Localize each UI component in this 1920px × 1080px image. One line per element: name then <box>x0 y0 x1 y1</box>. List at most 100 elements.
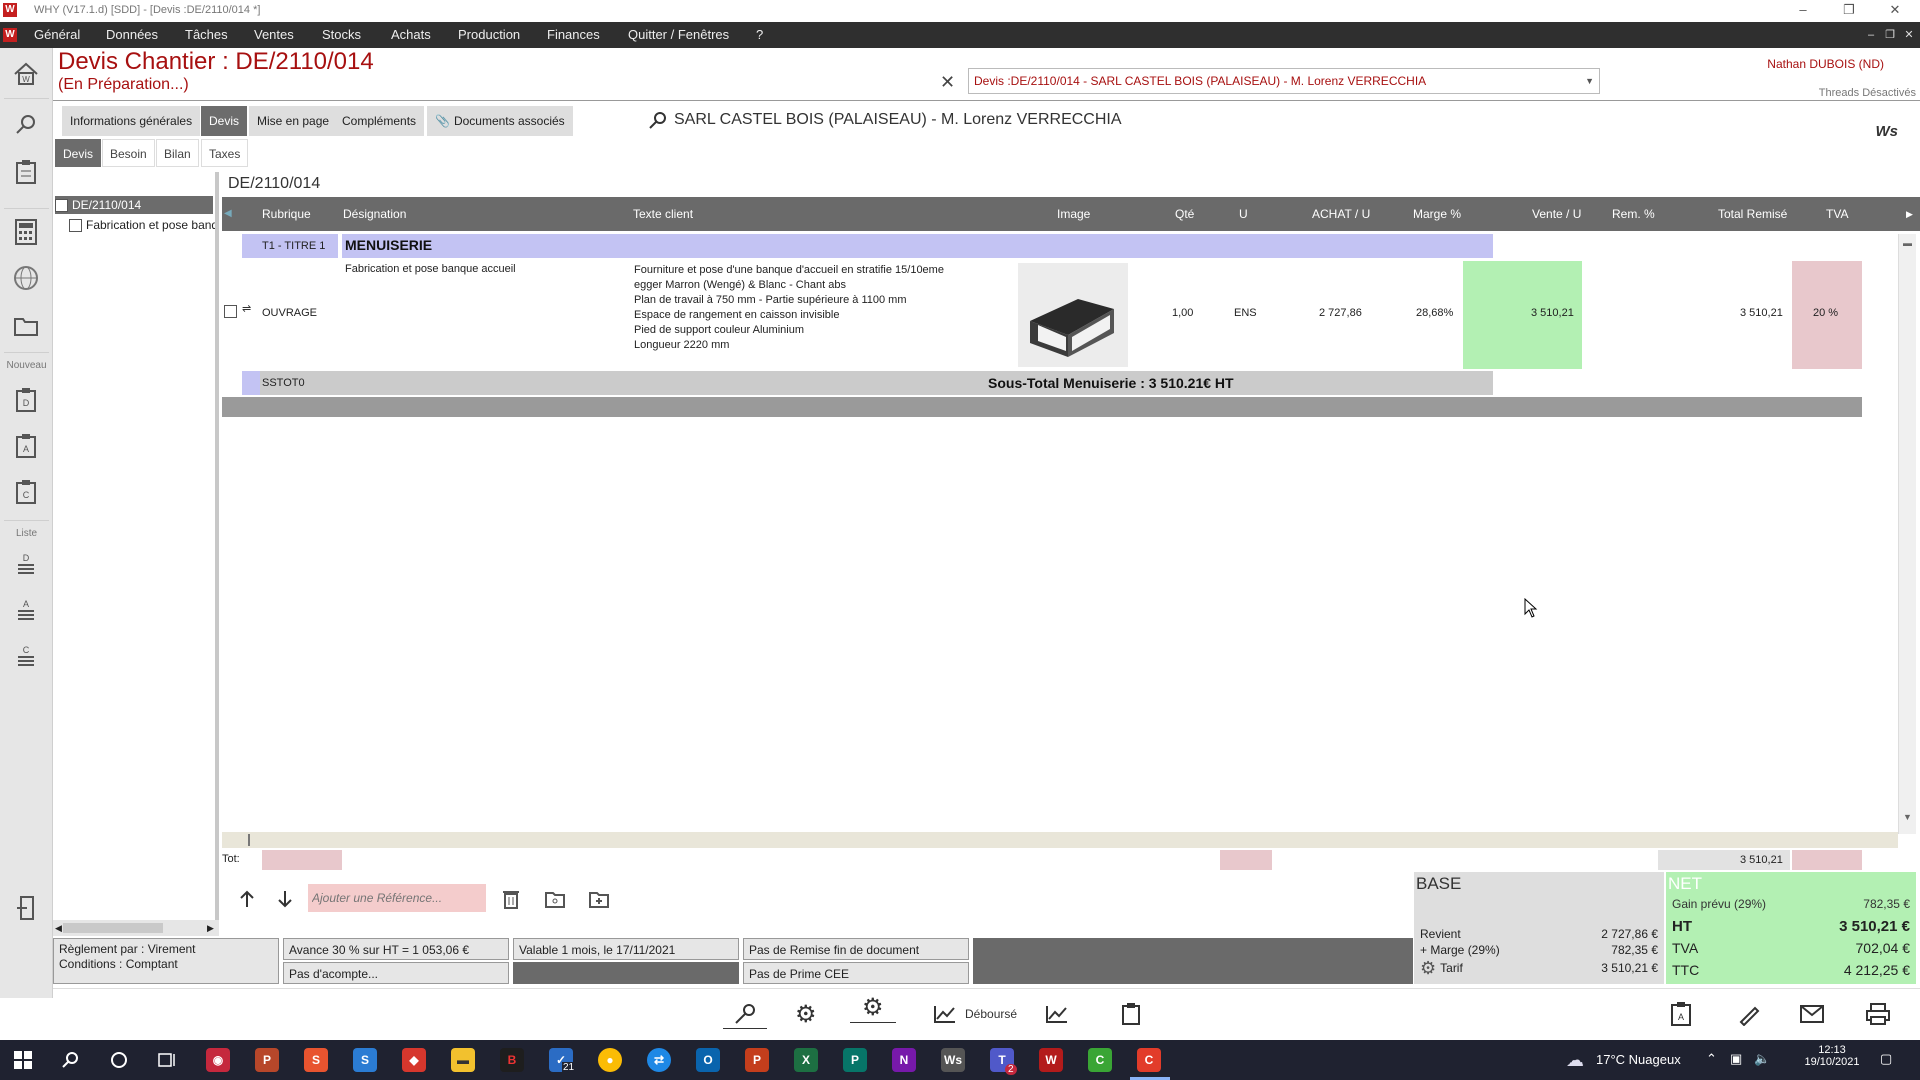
footer-reglement[interactable]: Règlement par : Virement Conditions : Co… <box>53 938 279 984</box>
col-total-remise[interactable]: Total Remisé <box>1718 197 1787 231</box>
grid-vertical-scrollbar[interactable]: ▬ ▼ <box>1898 234 1916 834</box>
weather-text[interactable]: 17°C Nuageux <box>1596 1052 1681 1067</box>
taskbar-app-outlook-icon[interactable]: O <box>696 1048 720 1072</box>
close-icon[interactable]: ✕ <box>1872 2 1918 20</box>
tree-horizontal-scrollbar[interactable]: ◀ ▶ <box>53 920 219 936</box>
taskbar-app-explorer-icon[interactable]: ▬ <box>451 1048 475 1072</box>
footer-remise[interactable]: Pas de Remise fin de document <box>743 938 969 960</box>
tray-speaker-icon[interactable]: 🔈 <box>1754 1051 1770 1067</box>
settings-menu-button[interactable]: ⚙ <box>850 993 896 1023</box>
search-icon[interactable] <box>10 108 42 140</box>
clock[interactable]: 12:13 19/10/2021 <box>1802 1044 1862 1068</box>
taskbar-app-anydesk-icon[interactable]: ◆ <box>402 1048 426 1072</box>
tab-complements[interactable]: Compléments <box>334 106 425 136</box>
col-texte-client[interactable]: Texte client <box>633 197 693 231</box>
row-checkbox[interactable] <box>224 305 237 318</box>
subtab-devis[interactable]: Devis <box>55 139 102 167</box>
expand-arrow-icon[interactable]: ◀ <box>224 197 232 231</box>
taskbar-app-ws-icon[interactable]: Ws <box>941 1048 965 1072</box>
menu-item-donnees[interactable]: Données <box>106 22 158 48</box>
move-up-icon[interactable] <box>234 886 260 912</box>
taskbar-app-c-red-icon[interactable]: C <box>1137 1048 1161 1072</box>
taskbar-app-pdf-icon[interactable]: P <box>255 1048 279 1072</box>
folder-add-icon[interactable] <box>586 886 612 912</box>
scroll-left-icon[interactable]: ◀ <box>55 923 62 934</box>
minimize-icon[interactable]: – <box>1780 2 1826 20</box>
list-devis-icon[interactable]: D <box>10 548 42 580</box>
new-devis-icon[interactable]: D <box>10 384 42 416</box>
col-u[interactable]: U <box>1239 197 1248 231</box>
exit-icon[interactable] <box>10 892 42 924</box>
col-achat[interactable]: ACHAT / U <box>1312 197 1370 231</box>
menu-item-quitter-fenetres[interactable]: Quitter / Fenêtres <box>628 22 729 48</box>
document-selector[interactable]: Devis :DE/2110/014 - SARL CASTEL BOIS (P… <box>968 68 1600 94</box>
menu-item-taches[interactable]: Tâches <box>185 22 228 48</box>
globe-icon[interactable] <box>10 262 42 294</box>
col-tva[interactable]: TVA <box>1826 197 1848 231</box>
chevron-down-icon[interactable]: ▼ <box>1585 69 1594 93</box>
add-reference-input[interactable] <box>308 884 486 912</box>
folder-open-icon[interactable] <box>542 886 568 912</box>
cortana-icon[interactable] <box>110 1051 128 1069</box>
windows-start-icon[interactable] <box>14 1051 32 1069</box>
tools-button[interactable] <box>723 999 767 1029</box>
menu-item-stocks[interactable]: Stocks <box>322 22 361 48</box>
scroll-right-icon[interactable]: ▶ <box>1906 197 1913 231</box>
tree-node-child[interactable]: Fabrication et pose banque accueil <box>69 216 215 234</box>
subtab-besoin[interactable]: Besoin <box>102 139 155 167</box>
folder-icon[interactable] <box>10 310 42 342</box>
taskbar-app-c-green-icon[interactable]: C <box>1088 1048 1112 1072</box>
col-image[interactable]: Image <box>1057 197 1090 231</box>
notification-icon[interactable]: ▢ <box>1880 1051 1892 1067</box>
new-commande-icon[interactable]: C <box>10 476 42 508</box>
menu-item-achats[interactable]: Achats <box>391 22 431 48</box>
move-down-icon[interactable] <box>272 886 298 912</box>
close-document-icon[interactable]: ✕ <box>940 72 955 93</box>
trash-icon[interactable] <box>498 886 524 912</box>
menu-item-ventes[interactable]: Ventes <box>254 22 294 48</box>
menu-item-finances[interactable]: Finances <box>547 22 600 48</box>
restore-icon[interactable]: ❐ <box>1826 2 1872 20</box>
scroll-right-icon[interactable]: ▶ <box>207 923 214 934</box>
col-marge[interactable]: Marge % <box>1413 197 1461 231</box>
menu-item-production[interactable]: Production <box>458 22 520 48</box>
taskbar-app-s-blue-icon[interactable]: S <box>353 1048 377 1072</box>
table-row-item[interactable]: ⇌ OUVRAGE Fabrication et pose banque acc… <box>222 261 1920 369</box>
avoir-doc-button[interactable]: A <box>1670 999 1692 1029</box>
tab-mise-en-page[interactable]: Mise en page <box>249 106 338 136</box>
mdi-minimize-icon[interactable]: – <box>1862 26 1880 44</box>
col-remise[interactable]: Rem. % <box>1612 197 1655 231</box>
task-view-icon[interactable] <box>158 1051 176 1069</box>
scroll-up-icon[interactable]: ▬ <box>1903 238 1912 248</box>
product-image[interactable] <box>1018 263 1128 367</box>
taskbar-app-why-icon[interactable]: W <box>1039 1048 1063 1072</box>
footer-prime[interactable]: Pas de Prime CEE <box>743 962 969 984</box>
subtab-taxes[interactable]: Taxes <box>201 139 249 167</box>
client-link[interactable]: SARL CASTEL BOIS (PALAISEAU) - M. Lorenz… <box>648 110 1122 130</box>
mdi-close-icon[interactable]: ✕ <box>1900 26 1918 44</box>
subtab-bilan[interactable]: Bilan <box>156 139 199 167</box>
menu-item-help[interactable]: ? <box>756 22 763 48</box>
footer-acompte[interactable]: Pas d'acompte... <box>283 962 509 984</box>
tree-root-checkbox[interactable] <box>55 198 68 212</box>
clipboard-icon[interactable] <box>10 156 42 188</box>
menu-item-general[interactable]: Général <box>34 22 80 48</box>
list-commande-icon[interactable]: C <box>10 640 42 672</box>
tray-chevron-icon[interactable]: ⌃ <box>1706 1051 1717 1067</box>
taskbar-app-chrome-icon[interactable]: ● <box>598 1048 622 1072</box>
taskbar-app-security-icon[interactable]: ◉ <box>206 1048 230 1072</box>
tab-devis[interactable]: Devis <box>201 106 248 136</box>
tab-documents-associes[interactable]: 📎 Documents associés <box>427 106 573 136</box>
taskbar-app-excel-icon[interactable]: X <box>794 1048 818 1072</box>
debourse-button[interactable]: Déboursé <box>933 999 1017 1029</box>
table-row-title[interactable]: T1 - TITRE 1 MENUISERIE <box>222 234 1920 258</box>
email-button[interactable] <box>1799 999 1825 1029</box>
edit-button[interactable] <box>1737 999 1761 1029</box>
taskbar-app-s-red-icon[interactable]: S <box>304 1048 328 1072</box>
tree-child-checkbox[interactable] <box>69 218 82 232</box>
calculator-icon[interactable] <box>10 216 42 248</box>
print-button[interactable] <box>1865 999 1891 1029</box>
tree-node-root[interactable]: DE/2110/014 <box>55 196 213 214</box>
footer-avance[interactable]: Avance 30 % sur HT = 1 053,06 € <box>283 938 509 960</box>
col-qte[interactable]: Qté <box>1175 197 1194 231</box>
